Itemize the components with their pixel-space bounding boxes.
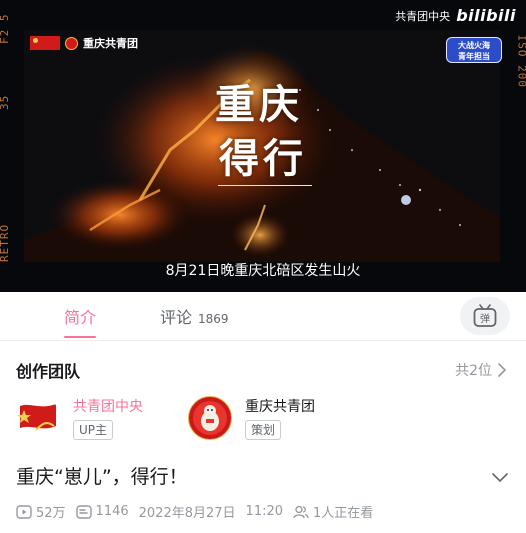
viewfinder-number-label: 35 <box>0 94 11 110</box>
bilibili-logo-icon: bilibili <box>456 6 516 25</box>
campaign-badge: 大战火海 青年担当 <box>446 37 502 63</box>
video-stats: 52万 1146 2022年8月27日 11:20 1人正在看 <box>16 502 383 521</box>
active-tab-indicator <box>64 336 96 338</box>
chevron-down-icon <box>492 473 508 483</box>
viewfinder-aperture-label: F2 5 <box>0 14 11 45</box>
comment-count: 1869 <box>198 312 229 326</box>
tab-comments-label: 评论 <box>160 308 193 327</box>
watching-now-count: 1人正在看 <box>313 506 374 521</box>
danmaku-count-stat: 1146 <box>75 504 129 519</box>
view-count: 52万 <box>36 506 66 521</box>
tab-bar: 简介 评论 1869 弹 <box>0 292 526 341</box>
team-member-name[interactable]: 重庆共青团 <box>245 397 315 417</box>
viewfinder-iso-label: ISO 200 <box>515 34 526 88</box>
flag-avatar[interactable] <box>16 396 60 440</box>
channel-brand: 重庆共青团 <box>30 35 138 51</box>
watching-now-stat: 1人正在看 <box>293 502 373 521</box>
campaign-badge-line1: 大战火海 <box>458 41 490 50</box>
tab-comments[interactable]: 评论 1869 <box>160 304 229 328</box>
publish-time: 11:20 <box>245 504 284 519</box>
video-title: 重庆“崽儿”，得行！ <box>16 466 188 488</box>
overlay-title-line1: 重庆 <box>215 81 303 128</box>
creator-team-count-link[interactable]: 共2位 <box>455 360 506 380</box>
overlay-title-line2: 得行 <box>219 135 307 182</box>
uploader-watermark-name: 共青团中央 <box>395 9 451 23</box>
danmaku-count-icon <box>75 504 92 519</box>
overlay-title-underline <box>218 185 312 186</box>
view-count-stat: 52万 <box>16 502 66 521</box>
tab-intro-label: 简介 <box>64 308 97 327</box>
emblem-icon <box>65 36 78 50</box>
svg-text:弹: 弹 <box>480 312 490 325</box>
team-member[interactable]: 重庆共青团 策划 <box>188 396 315 440</box>
video-player[interactable]: F2 5 35 RETRO ISO 200 重庆共青团 共青团中央 bilibi… <box>0 0 526 292</box>
team-member-role: 策划 <box>245 420 282 440</box>
video-overlay-title: 重庆 得行 <box>215 78 307 186</box>
expand-description-button[interactable] <box>492 468 508 487</box>
danmaku-tv-icon: 弹 <box>473 304 497 327</box>
tab-intro[interactable]: 简介 <box>64 304 96 328</box>
chevron-right-icon <box>498 363 506 377</box>
danmaku-toggle-button[interactable]: 弹 <box>460 297 510 335</box>
flag-icon <box>30 36 60 50</box>
publish-date: 2022年8月27日 <box>138 506 236 521</box>
creator-team-count: 共2位 <box>455 363 492 379</box>
danmaku-count: 1146 <box>95 504 129 519</box>
people-icon <box>293 505 309 518</box>
play-count-icon <box>16 504 32 519</box>
team-member-name[interactable]: 共青团中央 <box>73 397 143 417</box>
mascot-avatar[interactable] <box>188 396 232 440</box>
viewfinder-mode-label: RETRO <box>0 223 11 262</box>
campaign-badge-line2: 青年担当 <box>458 52 490 61</box>
channel-brand-name: 重庆共青团 <box>83 37 138 50</box>
uploader-watermark: 共青团中央 bilibili <box>395 6 516 25</box>
creator-team-title: 创作团队 <box>16 362 81 381</box>
team-member-role: UP主 <box>73 420 114 440</box>
team-member[interactable]: 共青团中央 UP主 <box>16 396 143 440</box>
video-subtitle: 8月21日晚重庆北碚区发生山火 <box>165 263 361 279</box>
